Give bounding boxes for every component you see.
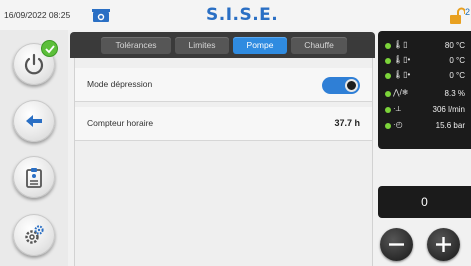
compteur-horaire-value: 37.7 h bbox=[334, 118, 360, 128]
settings-panel: Mode dépression Compteur horaire 37.7 h bbox=[74, 58, 373, 266]
status-dot bbox=[385, 43, 391, 49]
tab-chauffe[interactable]: Chauffe bbox=[291, 37, 347, 54]
compteur-horaire-label: Compteur horaire bbox=[87, 118, 154, 128]
status-value: 80 °C bbox=[444, 41, 465, 50]
status-row: ⋀/❄ 8.3 % bbox=[378, 87, 471, 101]
flow-icon: ·⟂ bbox=[393, 104, 401, 113]
power-icon bbox=[24, 53, 44, 75]
status-row: 🌡▯• 0 °C bbox=[378, 54, 471, 68]
status-panel: 🌡▯ 80 °C 🌡▯• 0 °C 🌡▯• 0 °C ⋀/❄ 8.3 % ·⟂ … bbox=[378, 31, 471, 149]
lock-level: 2 bbox=[465, 7, 471, 17]
sidebar bbox=[0, 30, 68, 266]
pressure-gauge-icon: ·◴ bbox=[393, 120, 403, 129]
minus-button[interactable] bbox=[380, 228, 413, 261]
datetime: 16/09/2022 08:25 bbox=[4, 10, 71, 20]
status-value: 306 l/min bbox=[432, 105, 465, 114]
tab-bar: Tolérances Limites Pompe Chauffe bbox=[70, 32, 375, 58]
numeric-display[interactable]: 0 bbox=[378, 186, 471, 218]
camera-icon[interactable] bbox=[92, 9, 110, 22]
minus-icon bbox=[389, 243, 404, 246]
status-value: 0 °C bbox=[449, 71, 465, 80]
tab-tolerances[interactable]: Tolérances bbox=[101, 37, 171, 54]
settings-button[interactable] bbox=[13, 214, 55, 256]
clipboard-icon bbox=[26, 168, 42, 188]
report-button[interactable] bbox=[13, 156, 55, 198]
tab-limites[interactable]: Limites bbox=[175, 37, 229, 54]
status-dot bbox=[385, 123, 391, 129]
power-button[interactable] bbox=[13, 40, 58, 85]
status-value: 8.3 % bbox=[444, 89, 465, 98]
temperature-icon: 🌡▯ bbox=[393, 40, 408, 49]
top-bar: 16/09/2022 08:25 S.I.S.E. 2 bbox=[0, 0, 471, 30]
plus-icon bbox=[436, 237, 451, 252]
status-row: 🌡▯ 80 °C bbox=[378, 39, 471, 53]
hot-cold-icon: ⋀/❄ bbox=[393, 88, 409, 97]
compteur-horaire-row: Compteur horaire 37.7 h bbox=[75, 107, 372, 141]
status-dot bbox=[385, 107, 391, 113]
brand-logo: S.I.S.E. bbox=[206, 5, 279, 25]
settings-gears-icon bbox=[25, 225, 44, 244]
back-button[interactable] bbox=[13, 100, 55, 142]
mode-depression-label: Mode dépression bbox=[87, 79, 153, 89]
back-arrow-icon bbox=[26, 115, 42, 127]
mode-depression-row: Mode dépression bbox=[75, 68, 372, 102]
status-dot bbox=[385, 73, 391, 79]
tab-pompe[interactable]: Pompe bbox=[233, 37, 287, 54]
status-row: ·⟂ 306 l/min bbox=[378, 103, 471, 117]
temperature-in-icon: 🌡▯• bbox=[393, 55, 411, 64]
status-row: 🌡▯• 0 °C bbox=[378, 69, 471, 83]
status-row: ·◴ 15.6 bar bbox=[378, 119, 471, 133]
numeric-value: 0 bbox=[421, 195, 428, 209]
status-dot bbox=[385, 58, 391, 64]
temperature-out-icon: 🌡▯• bbox=[393, 70, 411, 79]
toggle-knob bbox=[345, 79, 358, 92]
mode-depression-toggle[interactable] bbox=[322, 77, 360, 94]
status-dot bbox=[385, 91, 391, 97]
check-icon bbox=[41, 40, 58, 57]
status-value: 15.6 bar bbox=[435, 121, 465, 130]
plus-button[interactable] bbox=[427, 228, 460, 261]
unlock-icon[interactable] bbox=[449, 7, 466, 25]
status-value: 0 °C bbox=[449, 56, 465, 65]
